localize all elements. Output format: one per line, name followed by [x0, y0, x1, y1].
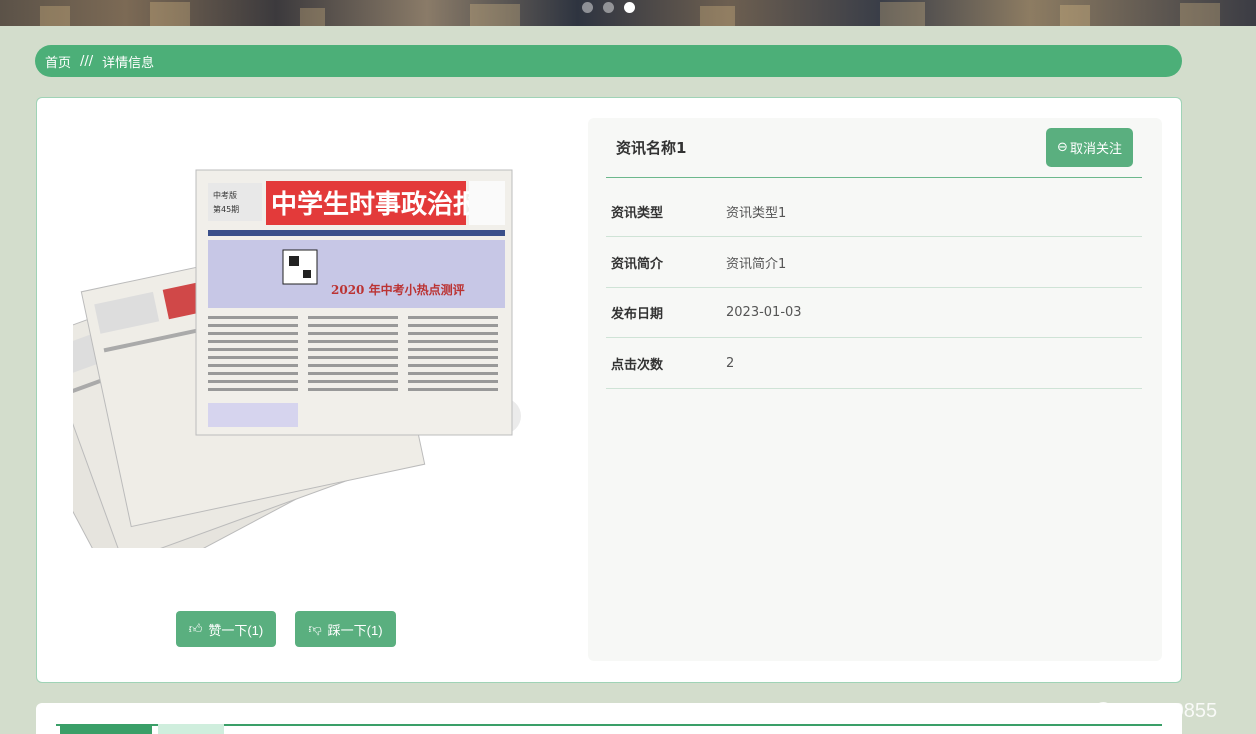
dislike-button[interactable]: 👎︎ 踩一下(1)	[295, 611, 396, 647]
newspaper-image: 中考版 第45期 中学生时事政治报 2020 年中考小热点测评	[73, 169, 513, 548]
watermark: CSDN @Q_6310855	[1030, 700, 1218, 722]
issue-number: 第45期	[213, 204, 239, 214]
banner-dot-1[interactable]	[582, 2, 593, 13]
info-row-date: 发布日期 2023-01-03	[606, 287, 1142, 338]
detail-panel: 资讯名称1 ⊖ 取消关注 资讯类型 资讯类型1 资讯简介 资讯简介1 发布日期 …	[588, 118, 1162, 661]
info-label: 资讯简介	[611, 256, 664, 272]
detail-card: ‹ › 中考版 第45期	[36, 97, 1182, 683]
info-value: 资讯类型1	[726, 205, 787, 221]
thumbs-up-icon: 👍︎	[188, 621, 203, 636]
banner-dots	[582, 2, 635, 13]
dislike-label: 踩一下(1)	[327, 622, 383, 638]
info-row-type: 资讯类型 资讯类型1	[606, 186, 1142, 237]
masthead-title: 中学生时事政治报	[271, 189, 479, 220]
info-value: 资讯简介1	[726, 256, 787, 272]
banner-dot-2[interactable]	[603, 2, 614, 13]
breadcrumb-separator: ///	[80, 53, 94, 69]
newspaper-headline: 2020 年中考小热点测评	[331, 282, 465, 297]
breadcrumb: 首页 /// 详情信息	[35, 45, 1182, 77]
info-label: 发布日期	[611, 306, 664, 322]
issue-label: 中考版	[213, 190, 237, 200]
tab-inactive[interactable]	[158, 724, 224, 734]
info-label: 资讯类型	[611, 205, 664, 221]
info-value: 2023-01-03	[726, 304, 802, 320]
tab-active[interactable]	[60, 724, 152, 734]
like-label: 赞一下(1)	[208, 622, 264, 638]
top-banner	[0, 0, 1256, 26]
like-button[interactable]: 👍︎ 赞一下(1)	[176, 611, 276, 647]
info-label: 点击次数	[611, 357, 664, 373]
title-divider	[606, 177, 1142, 178]
banner-dot-3[interactable]	[624, 2, 635, 13]
info-row-summary: 资讯简介 资讯简介1	[606, 237, 1142, 288]
page-title: 资讯名称1	[616, 139, 687, 157]
breadcrumb-home[interactable]: 首页	[45, 52, 71, 71]
comments-card	[36, 703, 1182, 734]
info-value: 2	[726, 355, 735, 371]
unfollow-label: 取消关注	[1069, 142, 1122, 157]
unfollow-button[interactable]: ⊖ 取消关注	[1046, 128, 1133, 167]
breadcrumb-current: 详情信息	[102, 55, 155, 71]
minus-circle-icon: ⊖	[1057, 140, 1068, 155]
info-row-clicks: 点击次数 2	[606, 338, 1142, 389]
thumbs-down-icon: 👎︎	[308, 621, 322, 636]
